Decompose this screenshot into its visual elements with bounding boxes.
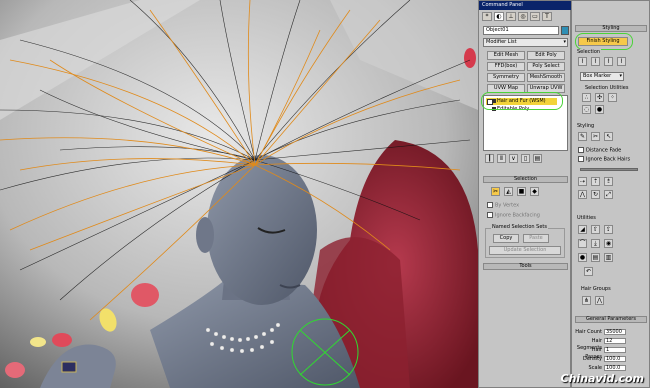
ignore-backfacing-checkbox[interactable]: Ignore Backfacing	[487, 212, 540, 219]
hair-segments-field[interactable]: 12	[604, 338, 626, 344]
puff-roots-icon[interactable]: ⥉	[604, 177, 613, 186]
stack-highlight	[481, 92, 563, 110]
styling-group-label: Styling	[576, 123, 596, 129]
ignore-back-hairs-checkbox[interactable]: Ignore Back Hairs	[578, 156, 630, 163]
merge-groups-icon[interactable]: ⋀	[595, 296, 604, 305]
polygon-icon[interactable]: ■	[517, 187, 526, 196]
attenuate-icon[interactable]: ◢	[578, 225, 587, 234]
remove-modifier-icon[interactable]: ▯	[521, 154, 530, 163]
scale-icon[interactable]: ⤢	[604, 190, 613, 199]
hierarchy-tab-icon[interactable]: ⊥	[506, 12, 516, 21]
toggle-collisions-icon[interactable]: ◉	[604, 239, 613, 248]
invert-selection-icon[interactable]: ∴	[582, 93, 591, 102]
hide-selected-icon[interactable]: ◌	[582, 105, 591, 114]
pop-zero-sized-icon[interactable]: ⇪	[604, 225, 613, 234]
clump-icon[interactable]: ⋀	[578, 190, 587, 199]
general-parameters-rollout[interactable]: General Parameters	[575, 316, 647, 323]
motion-tab-icon[interactable]: ◎	[518, 12, 528, 21]
rotate-selection-icon[interactable]: ✣	[595, 93, 604, 102]
create-tab-icon[interactable]: *	[482, 12, 492, 21]
select-guide-vertices-icon[interactable]: ⌇	[604, 57, 613, 66]
styling-panel: Styling Finish Styling Selection ⌇ ⌇ ⌇ ⌇…	[571, 0, 650, 388]
face-icon[interactable]: ◭	[504, 187, 513, 196]
symmetry-button[interactable]: Symmetry	[487, 73, 525, 82]
scale-row: Scale 100.0	[574, 365, 648, 372]
chevron-down-icon: ▾	[563, 39, 566, 45]
watermark: Chinavid.com	[560, 372, 644, 385]
guides-icon[interactable]: ✂	[491, 187, 500, 196]
select-by-root-icon[interactable]: ⌇	[617, 57, 626, 66]
meshsmooth-button[interactable]: MeshSmooth	[527, 73, 565, 82]
styling-rollout[interactable]: Styling	[575, 25, 647, 32]
poly-select-button[interactable]: Poly Select	[527, 62, 565, 71]
rotate-icon[interactable]: ↻	[591, 190, 600, 199]
distance-fade-checkbox[interactable]: Distance Fade	[578, 147, 621, 154]
scale-field[interactable]: 100.0	[604, 365, 626, 371]
utilities-group-label: Utilities	[576, 215, 597, 221]
viewport-render	[0, 0, 478, 388]
edit-poly-button[interactable]: Edit Poly	[527, 51, 565, 60]
hair-segments-row: Hair Segments 12	[574, 338, 648, 351]
command-panel: Command Panel * ◐ ⊥ ◎ ▭ T Object01 Modif…	[478, 0, 572, 388]
hair-brush-icon[interactable]: ✎	[578, 132, 587, 141]
selection-utilities-label: Selection Utilities	[584, 85, 630, 91]
modifier-list-label: Modifier List	[486, 39, 517, 45]
hair-count-label: Hair Count	[575, 329, 602, 335]
hair-count-field[interactable]: 35000	[604, 329, 626, 335]
brush-size-slider[interactable]	[580, 168, 638, 171]
unlock-icon[interactable]: ▥	[604, 253, 613, 262]
scale-label: Scale	[588, 365, 602, 371]
modify-tab-icon[interactable]: ◐	[494, 12, 504, 21]
copy-button[interactable]: Copy	[493, 234, 519, 243]
stand-icon[interactable]: ⇡	[591, 177, 600, 186]
select-hair-by-ends-icon[interactable]: ⌇	[578, 57, 587, 66]
chevron-down-icon: ▾	[619, 73, 622, 79]
pin-stack-icon[interactable]: ┃	[485, 154, 494, 163]
toggle-hair-icon[interactable]: ●	[578, 253, 587, 262]
ffd-box-button[interactable]: FFD(box)	[487, 62, 525, 71]
expand-selection-icon[interactable]: ⁘	[608, 93, 617, 102]
named-selection-label: Named Selection Sets	[491, 224, 548, 230]
select-whole-guide-icon[interactable]: ⌇	[591, 57, 600, 66]
display-tab-icon[interactable]: ▭	[530, 12, 540, 21]
show-end-result-icon[interactable]: Ⅱ	[497, 154, 506, 163]
recomb-icon[interactable]: ⌒	[578, 239, 587, 248]
object-color-swatch[interactable]	[561, 26, 569, 35]
density-field[interactable]: 100.0	[604, 356, 626, 362]
select-brush-icon[interactable]: ↖	[604, 132, 613, 141]
box-marker-label: Box Marker	[583, 73, 612, 79]
show-hidden-icon[interactable]: ●	[595, 105, 604, 114]
translate-icon[interactable]: ⇢	[578, 177, 587, 186]
selection-rollout[interactable]: Selection	[483, 176, 568, 183]
pop-selected-icon[interactable]: ⇧	[591, 225, 600, 234]
command-panel-title[interactable]: Command Panel	[479, 1, 572, 10]
make-unique-icon[interactable]: ∨	[509, 154, 518, 163]
density-label: Density	[582, 356, 602, 362]
lock-icon[interactable]: ▤	[591, 253, 600, 262]
edit-mesh-button[interactable]: Edit Mesh	[487, 51, 525, 60]
hair-cut-icon[interactable]: ✂	[591, 132, 600, 141]
density-row: Density 100.0	[574, 356, 648, 363]
utilities-tab-icon[interactable]: T	[542, 12, 552, 21]
hair-groups-label: Hair Groups	[580, 286, 612, 292]
tools-rollout[interactable]: Tools	[483, 263, 568, 270]
box-marker-dropdown[interactable]: Box Marker ▾	[580, 72, 624, 81]
reset-rest-icon[interactable]: ⤓	[591, 239, 600, 248]
undo-icon[interactable]: ↶	[584, 267, 593, 276]
hair-passes-row: Hair Passes 1	[574, 347, 648, 360]
update-selection-button[interactable]: Update Selection	[489, 246, 561, 255]
split-groups-icon[interactable]: ⋔	[582, 296, 591, 305]
finish-styling-highlight	[575, 33, 633, 50]
hair-passes-field[interactable]: 1	[604, 347, 626, 353]
object-name-field[interactable]: Object01	[483, 26, 559, 35]
paste-button[interactable]: Paste	[523, 234, 549, 243]
element-icon[interactable]: ◆	[530, 187, 539, 196]
modifier-list-dropdown[interactable]: Modifier List ▾	[483, 38, 568, 47]
hair-count-row: Hair Count 35000	[574, 329, 648, 336]
selection-label: Selection	[576, 49, 602, 55]
by-vertex-checkbox[interactable]: By Vertex	[487, 202, 519, 209]
configure-sets-icon[interactable]: ▤	[533, 154, 542, 163]
viewport[interactable]	[0, 0, 478, 388]
